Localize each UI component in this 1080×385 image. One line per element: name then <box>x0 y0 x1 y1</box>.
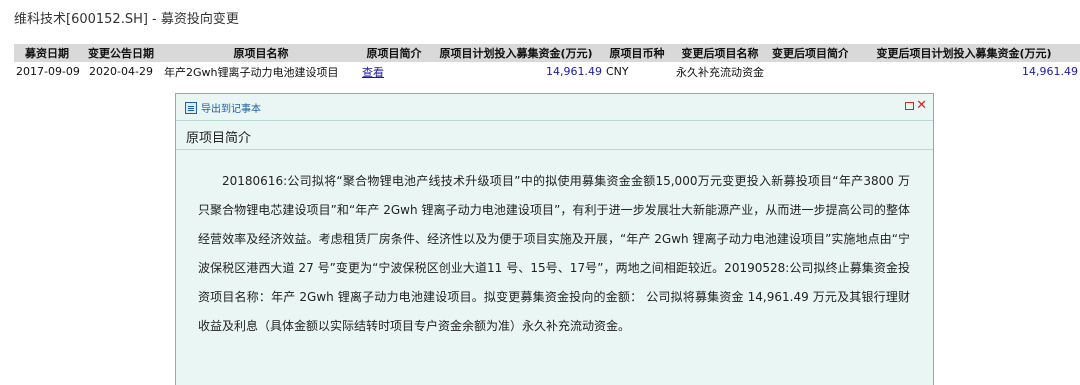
col-announce-date[interactable]: 变更公告日期 <box>80 44 162 62</box>
dialog-heading: 原项目简介 <box>186 131 252 146</box>
dialog-controls: ✕ <box>905 99 927 113</box>
view-intro-link[interactable]: 查看 <box>360 62 428 81</box>
page-title: 维科技术[600152.SH] - 募资投向变更 <box>14 12 239 27</box>
col-new-intro[interactable]: 变更后项目简介 <box>770 44 848 62</box>
intro-text: 20180616:公司拟将“聚合物锂电池产线技术升级项目”中的拟使用募集资金金额… <box>198 174 910 333</box>
table-header-row: 募资日期 变更公告日期 原项目名称 原项目简介 原项目计划投入募集资金(万元) … <box>14 44 1080 62</box>
col-new-amount[interactable]: 变更后项目计划投入募集资金(万元) <box>848 44 1080 62</box>
dialog-toolbar: 导出到记事本 ✕ <box>176 94 933 121</box>
col-raise-date[interactable]: 募资日期 <box>14 44 80 62</box>
col-new-name[interactable]: 变更后项目名称 <box>670 44 770 62</box>
col-orig-name[interactable]: 原项目名称 <box>162 44 360 62</box>
cell-new-amount: 14,961.49 <box>1022 65 1078 78</box>
export-to-notepad-button[interactable]: 导出到记事本 <box>185 100 261 115</box>
cell-new-name: 永久补充流动资金 <box>676 65 764 79</box>
cell-orig-amount: 14,961.49 <box>546 65 602 78</box>
cell-orig-currency: CNY <box>606 65 629 78</box>
close-icon[interactable]: ✕ <box>916 99 927 113</box>
col-orig-intro[interactable]: 原项目简介 <box>360 44 428 62</box>
col-orig-amount[interactable]: 原项目计划投入募集资金(万元) <box>428 44 604 62</box>
cell-orig-name: 年产2Gwh锂离子动力电池建设项目 <box>164 65 339 79</box>
table-row: 2017-09-09 2020-04-29 年产2Gwh锂离子动力电池建设项目 … <box>14 62 1080 81</box>
dialog-body: 20180616:公司拟将“聚合物锂电池产线技术升级项目”中的拟使用募集资金金额… <box>176 149 933 385</box>
export-label: 导出到记事本 <box>201 104 261 115</box>
intro-dialog: 导出到记事本 ✕ 原项目简介 20180616:公司拟将“聚合物锂电池产线技术升… <box>175 93 934 385</box>
fund-change-table: 募资日期 变更公告日期 原项目名称 原项目简介 原项目计划投入募集资金(万元) … <box>14 44 1080 81</box>
cell-raise-date: 2017-09-09 <box>16 65 80 78</box>
cell-new-intro <box>770 62 848 81</box>
maximize-icon[interactable] <box>905 102 915 110</box>
col-orig-currency[interactable]: 原项目币种 <box>604 44 670 62</box>
cell-announce-date: 2020-04-29 <box>89 65 153 78</box>
notepad-export-icon <box>185 101 197 114</box>
